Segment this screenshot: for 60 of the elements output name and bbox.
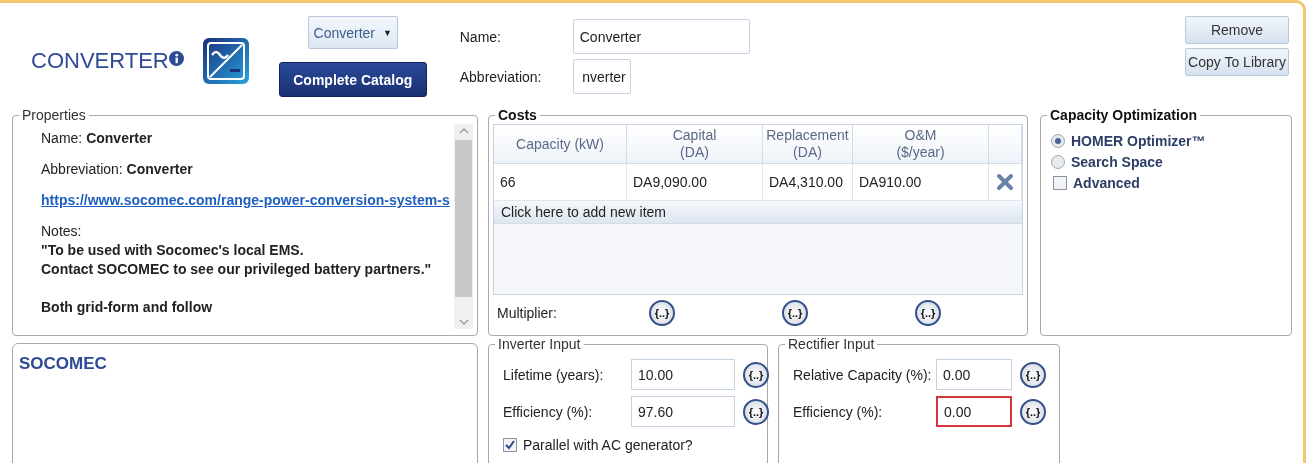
converter-icon bbox=[201, 37, 250, 85]
notes-label: Notes: bbox=[41, 223, 83, 241]
property-text: Name: Converter bbox=[41, 130, 154, 148]
property-link[interactable]: https://www.socomec.com/range-power-conversion-system-s bbox=[41, 192, 454, 223]
variable-button[interactable]: {..} bbox=[743, 398, 769, 425]
remove-button[interactable]: Remove bbox=[1185, 16, 1289, 44]
field-label: Name: bbox=[459, 27, 502, 47]
multiplier-label: Multiplier: bbox=[497, 305, 558, 321]
group-title: Capacity Optimization bbox=[1050, 107, 1198, 123]
table-cell: 66 bbox=[494, 164, 627, 201]
multiplier-button[interactable]: {..} bbox=[915, 300, 941, 326]
field-label: Abbreviation: bbox=[459, 67, 543, 87]
option-label: Search Space bbox=[1071, 153, 1163, 170]
input-field[interactable]: 97.60 bbox=[631, 396, 735, 427]
complete-catalog-button[interactable]: Complete Catalog bbox=[278, 62, 427, 97]
radio-button[interactable] bbox=[1051, 154, 1065, 169]
delete-icon[interactable] bbox=[996, 173, 1014, 191]
column-header[interactable]: Replacement (DA) bbox=[763, 125, 853, 164]
radio-button[interactable] bbox=[1051, 133, 1065, 148]
field-label: Efficiency (%): bbox=[503, 403, 594, 420]
scrollbar[interactable] bbox=[454, 124, 473, 329]
notes-text: Both grid-form and follow bbox=[41, 299, 214, 317]
name-field[interactable]: Converter bbox=[572, 19, 750, 54]
notes-text: Contact SOCOMEC to see our privileged battery partners." bbox=[41, 261, 433, 279]
option-label: HOMER Optimizer™ bbox=[1071, 132, 1206, 149]
dropdown-value: Converter bbox=[313, 24, 375, 41]
checkbox[interactable] bbox=[503, 437, 517, 452]
notes-text: "To be used with Socomec's local EMS. bbox=[41, 242, 305, 260]
variable-button[interactable]: {..} bbox=[1020, 361, 1046, 388]
field-label: Relative Capacity (%): bbox=[793, 366, 933, 383]
group-title: Rectifier Input bbox=[788, 336, 875, 352]
field-label: Efficiency (%): bbox=[793, 403, 884, 420]
manufacturer-name: SOCOMEC bbox=[19, 354, 107, 373]
input-field[interactable]: 0.00 bbox=[936, 359, 1012, 390]
type-dropdown[interactable]: Converter ▼ bbox=[307, 16, 398, 49]
checkbox-label: Advanced bbox=[1073, 174, 1140, 191]
group-title: Inverter Input bbox=[498, 336, 581, 352]
group-title: Costs bbox=[498, 107, 537, 123]
copy-to-library-button[interactable]: Copy To Library bbox=[1185, 48, 1289, 76]
info-icon[interactable] bbox=[168, 50, 184, 66]
column-header[interactable]: Capital (DA) bbox=[627, 125, 763, 164]
table-cell: DA4,310.00 bbox=[763, 164, 853, 201]
table-cell: DA9,090.00 bbox=[627, 164, 763, 201]
abbreviation-field[interactable]: nverter bbox=[572, 59, 631, 94]
multiplier-button[interactable]: {..} bbox=[782, 300, 808, 326]
variable-button[interactable]: {..} bbox=[743, 361, 769, 388]
property-text: Abbreviation: Converter bbox=[41, 161, 194, 179]
multiplier-button[interactable]: {..} bbox=[649, 300, 675, 326]
column-header[interactable]: Capacity (kW) bbox=[494, 125, 627, 164]
field-label: Lifetime (years): bbox=[503, 366, 605, 383]
checkbox-label: Parallel with AC generator? bbox=[523, 436, 693, 453]
caret-icon: ▼ bbox=[383, 27, 392, 38]
column-header[interactable]: O&M ($/year) bbox=[853, 125, 989, 164]
checkbox[interactable] bbox=[1053, 175, 1067, 190]
variable-button[interactable]: {..} bbox=[1020, 398, 1046, 425]
table-cell: DA910.00 bbox=[853, 164, 989, 201]
input-field[interactable]: 10.00 bbox=[631, 359, 735, 390]
group-title: Properties bbox=[22, 107, 86, 123]
input-field[interactable]: 0.00 bbox=[936, 396, 1012, 427]
component-title: CONVERTER bbox=[31, 48, 169, 74]
